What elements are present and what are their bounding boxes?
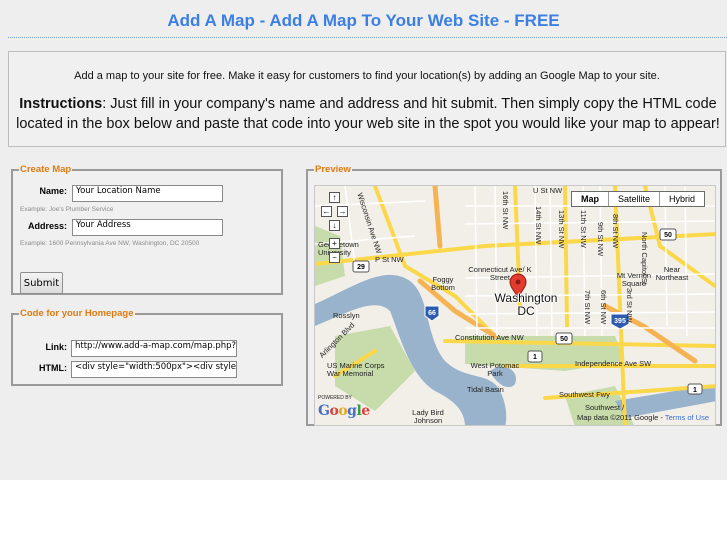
intro-panel: Add a map to your site for free. Make it… (8, 51, 726, 147)
label-southwest: Southwest / (585, 403, 625, 412)
pan-up-icon[interactable]: ↑ (329, 192, 340, 203)
page-title: Add A Map - Add A Map To Your Web Site -… (167, 11, 560, 30)
label-14th: 14th St NW (534, 206, 543, 245)
label-7th: 7th St NW (583, 290, 592, 325)
map-attribution: Map data ©2011 Google - Terms of Use (577, 413, 709, 422)
label-southwest-fwy: Southwest Fwy (559, 390, 610, 399)
label-constitution: Constitution Ave NW (455, 333, 524, 342)
map-type-map[interactable]: Map (571, 192, 608, 206)
label-tidal-basin: Tidal Basin (467, 385, 504, 394)
pan-down-icon[interactable]: ↓ (329, 220, 340, 231)
zoom-out-icon[interactable]: − (329, 252, 340, 263)
code-legend: Code for your Homepage (20, 308, 134, 319)
create-map-panel: Create Map Name: Your Location Name Exam… (11, 164, 283, 295)
shield-1-se: 1 (693, 387, 697, 394)
label-9th: 9th St NW (596, 222, 605, 257)
label-independence: Independence Ave SW (575, 359, 652, 368)
html-label: HTML: (39, 363, 67, 373)
shield-1: 1 (533, 354, 537, 361)
html-input[interactable]: <div style="width:500px"><div style="wid… (71, 361, 237, 378)
instructions-text: Instructions: Just fill in your company'… (13, 94, 723, 134)
label-near-northeast: Near Northeast (655, 265, 689, 282)
address-example: Example: 1600 Pennsylvania Ave NW, Washi… (20, 240, 200, 247)
label-marine-memorial: US Marine Corps War Memorial (327, 361, 385, 378)
address-input[interactable]: Your Address (72, 219, 223, 236)
address-label: Address: (27, 221, 67, 231)
name-input[interactable]: Your Location Name (72, 185, 223, 202)
map-type-satellite[interactable]: Satellite (607, 192, 659, 206)
label-13th: 13th St NW (557, 210, 566, 249)
powered-by-text: POWERED BY (318, 395, 352, 401)
code-panel: Code for your Homepage Link: http://www.… (11, 308, 283, 386)
logo-letter: o (338, 403, 348, 419)
label-16th: 16th St NW (501, 191, 510, 230)
link-input[interactable]: http://www.add-a-map.com/map.php?nan (71, 340, 237, 357)
pan-left-icon[interactable]: ← (321, 206, 332, 217)
instructions-body: : Just fill in your company's name and a… (16, 96, 720, 132)
label-lady-bird: Lady Bird Johnson (412, 408, 444, 425)
name-label: Name: (39, 186, 67, 196)
label-6th: 6th St NW (599, 290, 608, 325)
label-west-potomac: West Potomac Park (470, 361, 520, 378)
city-label-line2: DC (517, 304, 535, 318)
shield-66: 66 (428, 310, 436, 317)
label-foggy-bottom: Foggy Bottom (431, 275, 455, 292)
preview-panel: Preview 29 66 50 50 1 395 1 Wisconsin Av… (306, 164, 722, 426)
label-rosslyn: Rosslyn (333, 311, 360, 320)
label-u-st: U St NW (533, 186, 563, 195)
label-p-st: P St NW (375, 255, 404, 264)
shield-50-center: 50 (560, 336, 568, 343)
logo-letter: e (361, 403, 370, 419)
preview-legend: Preview (315, 164, 351, 175)
label-3rd: 3rd St NW (625, 288, 634, 323)
label-8th: 8th St NW (611, 214, 620, 249)
shield-50-ne: 50 (664, 232, 672, 239)
name-example: Example: Joe's Plumber Service (20, 206, 114, 213)
shield-29: 29 (357, 264, 365, 271)
map-view[interactable]: 29 66 50 50 1 395 1 Wisconsin Ave NW U S… (314, 185, 716, 426)
title-divider (8, 37, 727, 38)
map-data-text: Map data ©2011 Google - (577, 413, 665, 422)
create-map-legend: Create Map (20, 164, 72, 175)
map-type-hybrid[interactable]: Hybrid (658, 192, 704, 206)
submit-button[interactable]: Submit (20, 272, 63, 294)
map-type-toggle: Map Satellite Hybrid (570, 191, 705, 207)
zoom-in-icon[interactable]: + (329, 238, 340, 249)
label-11th: 11th St NW (579, 210, 588, 248)
label-connecticut: Connecticut Ave/ K Street (468, 265, 532, 282)
label-mt-vernon: Mt Vernon Square (616, 271, 652, 288)
google-logo[interactable]: Google (318, 403, 370, 419)
instructions-label: Instructions (19, 96, 103, 112)
intro-text: Add a map to your site for free. Make it… (74, 70, 660, 82)
link-label: Link: (45, 342, 68, 352)
logo-letter: G (318, 403, 330, 419)
city-label: Washington DC (481, 292, 571, 318)
pan-right-icon[interactable]: → (337, 206, 348, 217)
logo-letter: o (329, 403, 339, 419)
terms-link[interactable]: Terms of Use (665, 413, 709, 422)
